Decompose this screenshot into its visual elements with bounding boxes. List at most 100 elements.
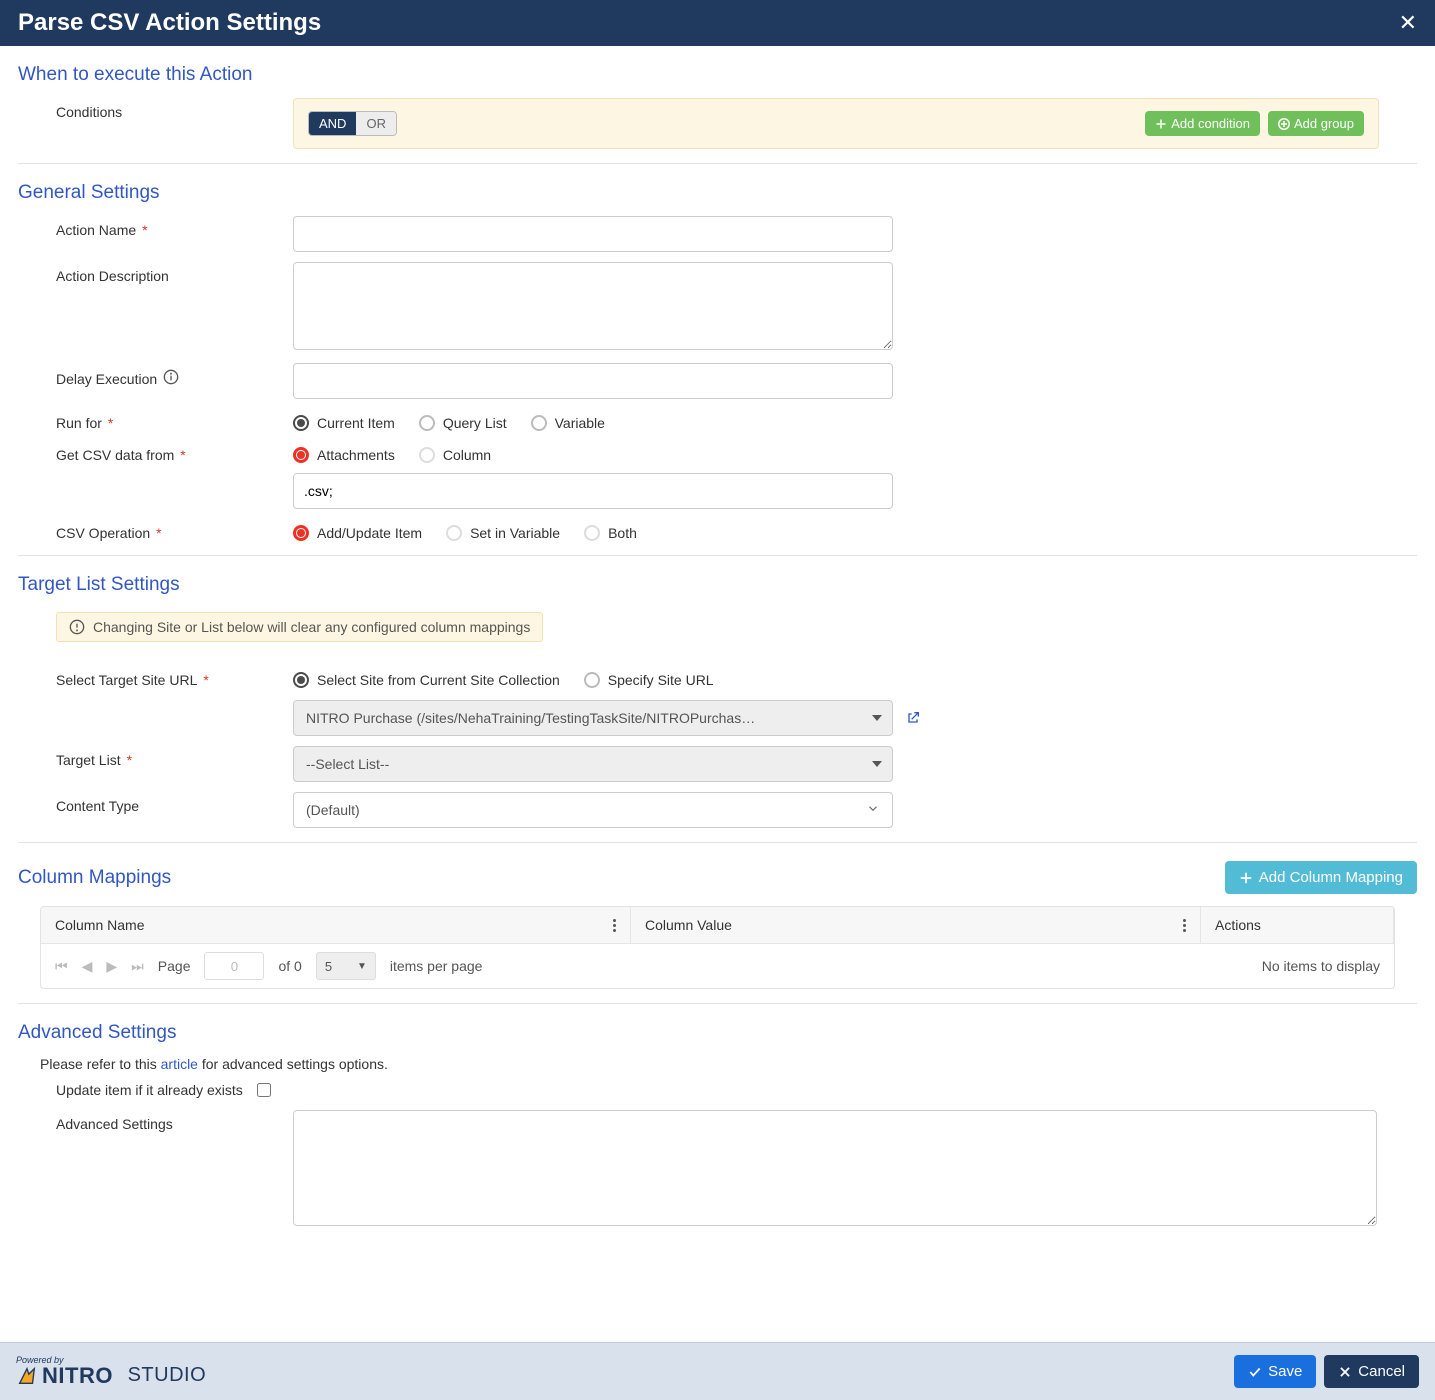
radio-icon	[293, 525, 309, 541]
open-site-icon[interactable]	[905, 710, 921, 726]
dialog-header: Parse CSV Action Settings ✕	[0, 0, 1435, 46]
content-type-dropdown[interactable]: (Default)	[293, 792, 893, 828]
check-icon	[1248, 1365, 1262, 1379]
site-dropdown[interactable]: NITRO Purchase (/sites/NehaTraining/Test…	[293, 700, 893, 736]
article-link[interactable]: article	[161, 1056, 198, 1072]
col-actions-header: Actions	[1201, 907, 1394, 943]
getcsv-attachments[interactable]: Attachments	[293, 447, 395, 463]
target-list-label: Target List*	[18, 746, 293, 768]
pager-prev-icon[interactable]: ◀	[82, 958, 93, 975]
advanced-settings-textarea[interactable]	[293, 1110, 1377, 1226]
logo-icon	[16, 1365, 38, 1387]
grid-header: Column Name Column Value Actions	[41, 907, 1394, 944]
action-name-input[interactable]	[293, 216, 893, 252]
nitro-logo: Powered by NITRO STUDIO	[16, 1355, 206, 1389]
action-desc-textarea[interactable]	[293, 262, 893, 350]
target-list-value: --Select List--	[306, 756, 389, 772]
runfor-radios: Current Item Query List Variable	[293, 409, 605, 431]
delay-input[interactable]	[293, 363, 893, 399]
dialog-footer: Powered by NITRO STUDIO Save Cancel	[0, 1342, 1435, 1400]
content-type-value: (Default)	[306, 802, 360, 818]
getcsv-radios: Attachments Column	[293, 441, 893, 463]
caret-down-icon	[872, 761, 882, 767]
section-title-target: Target List Settings	[18, 574, 1417, 596]
add-group-button[interactable]: Add group	[1268, 111, 1364, 136]
col-name-header[interactable]: Column Name	[41, 907, 631, 943]
runfor-variable[interactable]: Variable	[531, 415, 605, 431]
radio-icon	[293, 672, 309, 688]
grid-pager: ⏮ ◀ ▶ ⏭ Page of 0 5 ▼ items per page No …	[41, 944, 1394, 988]
caret-down-icon	[872, 715, 882, 721]
radio-icon	[293, 415, 309, 431]
section-title-mappings: Column Mappings	[18, 867, 171, 889]
pager-of: of 0	[278, 958, 301, 974]
conditions-label: Conditions	[18, 98, 293, 120]
getcsv-column[interactable]: Column	[419, 447, 491, 463]
target-warning: Changing Site or List below will clear a…	[56, 612, 543, 642]
target-list-dropdown[interactable]: --Select List--	[293, 746, 893, 782]
chevron-down-icon	[866, 802, 880, 819]
add-condition-label: Add condition	[1171, 116, 1250, 131]
pager-nav: ⏮ ◀ ▶ ⏭	[55, 958, 144, 975]
csvop-radios: Add/Update Item Set in Variable Both	[293, 519, 637, 541]
plus-icon	[1155, 118, 1167, 130]
per-page-select[interactable]: 5 ▼	[316, 952, 376, 980]
action-name-label: Action Name*	[18, 216, 293, 238]
site-specify[interactable]: Specify Site URL	[584, 672, 714, 688]
site-radios: Select Site from Current Site Collection…	[293, 666, 921, 688]
col-value-header[interactable]: Column Value	[631, 907, 1201, 943]
delay-label: Delay Execution	[18, 363, 293, 388]
runfor-label: Run for*	[18, 409, 293, 431]
per-page-label: items per page	[390, 958, 483, 974]
kebab-icon[interactable]	[613, 919, 616, 932]
info-icon[interactable]	[163, 369, 179, 388]
advanced-help-text: Please refer to this article for advance…	[40, 1056, 1417, 1072]
csvop-label: CSV Operation*	[18, 519, 293, 541]
site-collection[interactable]: Select Site from Current Site Collection	[293, 672, 560, 688]
cancel-button[interactable]: Cancel	[1324, 1355, 1419, 1388]
plus-icon	[1239, 871, 1253, 885]
pager-next-icon[interactable]: ▶	[106, 958, 117, 975]
getcsv-label: Get CSV data from*	[18, 441, 293, 463]
csvop-setvar[interactable]: Set in Variable	[446, 525, 560, 541]
save-button[interactable]: Save	[1234, 1355, 1316, 1388]
radio-icon	[584, 672, 600, 688]
add-column-mapping-button[interactable]: Add Column Mapping	[1225, 861, 1417, 894]
plus-circle-icon	[1278, 118, 1290, 130]
divider	[18, 555, 1417, 556]
section-title-when: When to execute this Action	[18, 64, 1417, 86]
pager-first-icon[interactable]: ⏮	[55, 958, 68, 975]
divider	[18, 163, 1417, 164]
radio-icon	[584, 525, 600, 541]
conditions-box: AND OR Add condition Add group	[293, 98, 1379, 149]
warning-icon	[69, 619, 85, 635]
add-column-mapping-label: Add Column Mapping	[1259, 869, 1403, 886]
andor-toggle[interactable]: AND OR	[308, 111, 397, 136]
runfor-current[interactable]: Current Item	[293, 415, 395, 431]
site-dropdown-value: NITRO Purchase (/sites/NehaTraining/Test…	[306, 710, 755, 726]
radio-icon	[293, 447, 309, 463]
content-type-label: Content Type	[18, 792, 293, 814]
divider	[18, 842, 1417, 843]
pager-page-label: Page	[158, 958, 191, 974]
update-existing-label: Update item if it already exists	[56, 1082, 243, 1098]
dialog-body[interactable]: When to execute this Action Conditions A…	[0, 46, 1435, 1342]
runfor-query[interactable]: Query List	[419, 415, 507, 431]
and-option[interactable]: AND	[309, 112, 356, 135]
site-label: Select Target Site URL*	[18, 666, 293, 688]
kebab-icon[interactable]	[1183, 919, 1186, 932]
or-option[interactable]: OR	[356, 112, 396, 135]
csvop-both[interactable]: Both	[584, 525, 637, 541]
add-condition-button[interactable]: Add condition	[1145, 111, 1260, 136]
dialog: Parse CSV Action Settings ✕ When to exec…	[0, 0, 1435, 1400]
section-title-general: General Settings	[18, 182, 1417, 204]
radio-icon	[419, 447, 435, 463]
update-existing-checkbox[interactable]	[257, 1083, 271, 1097]
csvop-addupdate[interactable]: Add/Update Item	[293, 525, 422, 541]
csv-ext-input[interactable]	[293, 473, 893, 509]
pager-page-input[interactable]	[204, 952, 264, 980]
grid-empty-text: No items to display	[1262, 958, 1380, 974]
pager-last-icon[interactable]: ⏭	[131, 958, 144, 975]
action-desc-label: Action Description	[18, 262, 293, 284]
close-icon[interactable]: ✕	[1399, 10, 1417, 36]
